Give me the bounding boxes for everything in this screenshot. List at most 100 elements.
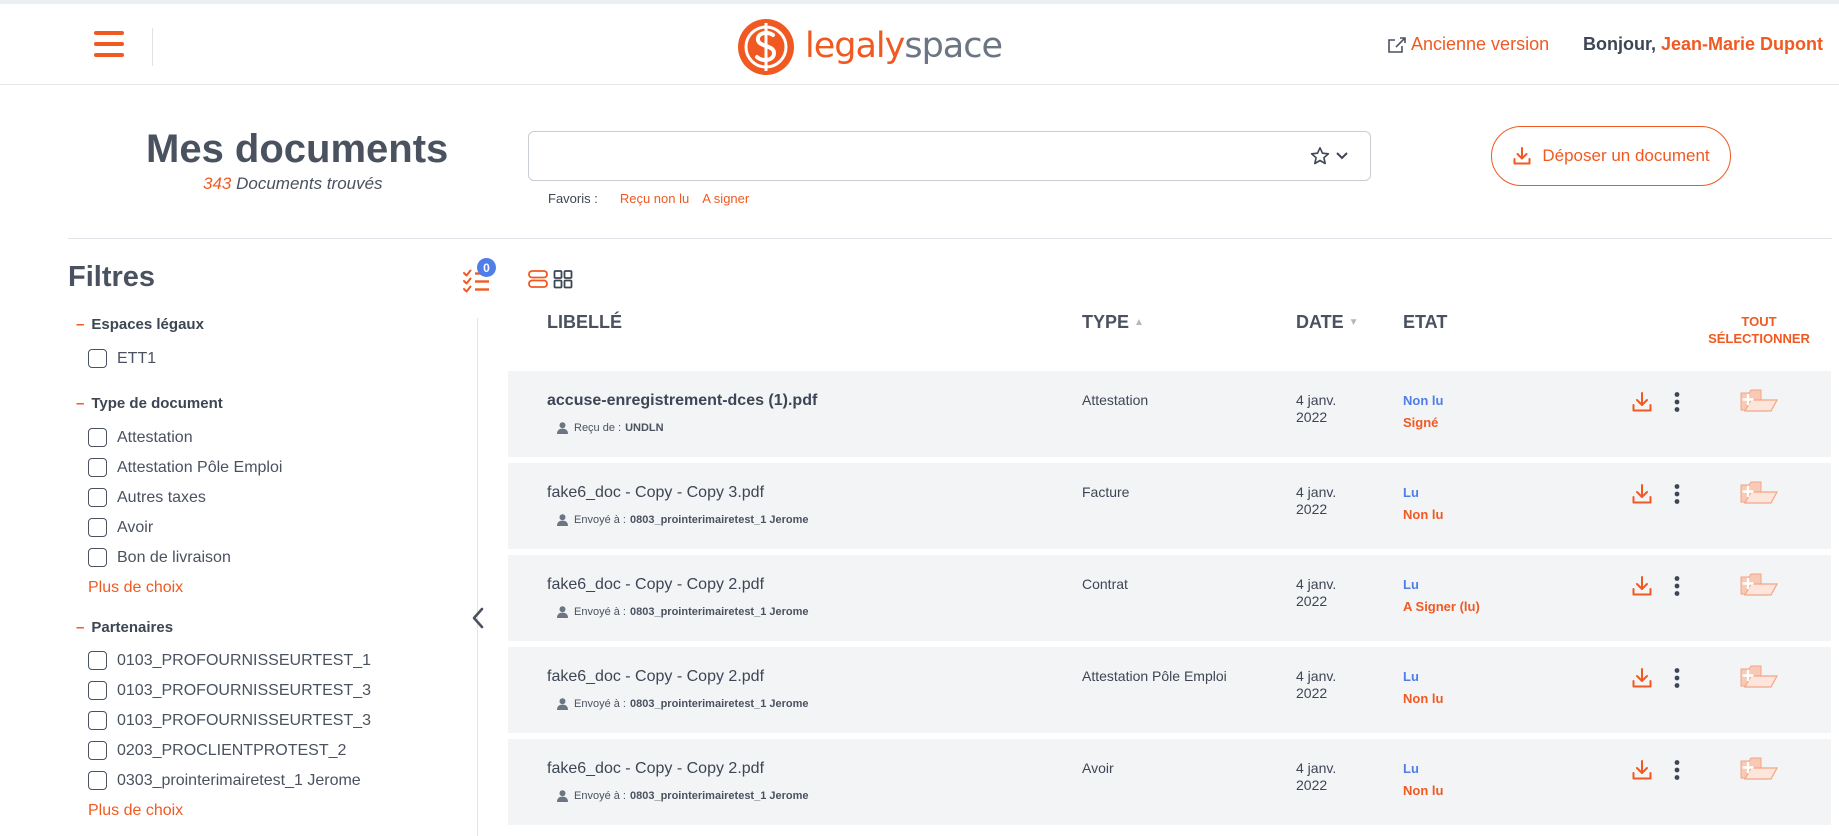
filter-option[interactable]: Avoir [88, 518, 153, 537]
upload-document-button[interactable]: Déposer un document [1491, 126, 1731, 186]
filter-option[interactable]: Attestation [88, 428, 193, 447]
checkbox[interactable] [88, 518, 107, 537]
checkbox[interactable] [88, 548, 107, 567]
document-date: 4 janv. 2022 [1296, 392, 1356, 426]
favorites-dropdown[interactable] [1310, 146, 1348, 166]
status-badge: Non lu [1403, 783, 1444, 798]
filter-option[interactable]: 0303_prointerimairetest_1 Jerome [88, 771, 361, 790]
kebab-icon[interactable] [1672, 575, 1682, 597]
party-name: UNDLN [625, 422, 664, 434]
list-view-icon[interactable] [528, 268, 548, 290]
checkbox[interactable] [88, 741, 107, 760]
filter-option[interactable]: 0203_PROCLIENTPROTEST_2 [88, 741, 346, 760]
date-line1: 4 janv. [1296, 760, 1337, 776]
folder-select-icon[interactable] [1737, 386, 1779, 414]
filter-option[interactable]: Bon de livraison [88, 548, 231, 567]
checkbox[interactable] [88, 711, 107, 730]
column-header-label[interactable]: LIBELLÉ [547, 312, 622, 333]
more-choices-link[interactable]: Plus de choix [88, 579, 183, 597]
document-name[interactable]: fake6_doc - Copy - Copy 2.pdf [547, 576, 764, 594]
checkbox[interactable] [88, 651, 107, 670]
party-label: Reçu de : [574, 422, 622, 434]
folder-select-icon[interactable] [1737, 754, 1779, 782]
column-header-state[interactable]: ETAT [1403, 312, 1447, 333]
date-line2: 2022 [1296, 685, 1328, 701]
column-header-date[interactable]: DATE ▼ [1296, 312, 1359, 333]
date-line2: 2022 [1296, 409, 1328, 425]
filter-group-legal-spaces[interactable]: – Espaces légaux [76, 316, 204, 333]
checkbox[interactable] [88, 349, 107, 368]
select-all-button[interactable]: TOUT SÉLECTIONNER [1701, 313, 1817, 347]
favorites-label: Favoris : [548, 191, 598, 206]
folder-select-icon[interactable] [1737, 662, 1779, 690]
filter-group-document-type[interactable]: – Type de document [76, 395, 223, 412]
sort-desc-icon: ▼ [1348, 317, 1359, 328]
chevron-down-icon [1336, 152, 1348, 160]
sort-asc-icon: ▲ [1134, 317, 1144, 328]
download-icon[interactable] [1631, 759, 1653, 781]
read-state: Non lu [1403, 393, 1444, 408]
more-choices-link[interactable]: Plus de choix [88, 802, 183, 820]
filter-option[interactable]: 0103_PROFOURNISSEURTEST_3 [88, 711, 371, 730]
date-line1: 4 janv. [1296, 668, 1337, 684]
favorite-unread-link[interactable]: Reçu non lu [620, 191, 689, 206]
party-label: Envoyé à : [574, 698, 626, 710]
folder-select-icon[interactable] [1737, 478, 1779, 506]
party-name: 0803_prointerimairetest_1 Jerome [629, 698, 809, 710]
kebab-icon[interactable] [1672, 759, 1682, 781]
document-name[interactable]: fake6_doc - Copy - Copy 2.pdf [547, 668, 764, 686]
kebab-icon[interactable] [1672, 667, 1682, 689]
checkbox[interactable] [88, 428, 107, 447]
download-icon[interactable] [1631, 667, 1653, 689]
filter-option[interactable]: Autres taxes [88, 488, 206, 507]
search-input[interactable] [541, 142, 1271, 172]
user-icon [557, 514, 568, 526]
table-row[interactable]: fake6_doc - Copy - Copy 2.pdf Envoyé à :… [508, 555, 1831, 641]
document-party: Envoyé à : 0803_prointerimairetest_1 Jer… [557, 606, 809, 618]
checkbox[interactable] [88, 681, 107, 700]
read-state: Lu [1403, 761, 1419, 776]
checkbox[interactable] [88, 488, 107, 507]
filter-option[interactable]: 0103_PROFOURNISSEURTEST_3 [88, 681, 371, 700]
date-line1: 4 janv. [1296, 484, 1337, 500]
download-icon[interactable] [1631, 575, 1653, 597]
user-icon [557, 790, 568, 802]
table-row[interactable]: fake6_doc - Copy - Copy 3.pdf Envoyé à :… [508, 463, 1831, 549]
filter-option[interactable]: ETT1 [88, 349, 156, 368]
party-label: Envoyé à : [574, 514, 626, 526]
favorite-to-sign-link[interactable]: A signer [702, 191, 749, 206]
date-line1: 4 janv. [1296, 392, 1337, 408]
kebab-icon[interactable] [1672, 391, 1682, 413]
table-row[interactable]: fake6_doc - Copy - Copy 2.pdf Envoyé à :… [508, 739, 1831, 825]
folder-select-icon[interactable] [1737, 570, 1779, 598]
menu-icon[interactable] [94, 29, 124, 59]
download-icon[interactable] [1631, 483, 1653, 505]
brand-logo[interactable]: legalyspace [737, 14, 1007, 78]
table-row[interactable]: accuse-enregistrement-dces (1).pdf Reçu … [508, 371, 1831, 457]
filter-option[interactable]: Attestation Pôle Emploi [88, 458, 282, 477]
active-filters-badge: 0 [477, 258, 496, 277]
filter-option[interactable]: 0103_PROFOURNISSEURTEST_1 [88, 651, 371, 670]
section-divider [68, 238, 1832, 239]
download-icon[interactable] [1631, 391, 1653, 413]
grid-view-icon[interactable] [553, 268, 573, 290]
status-badge: Non lu [1403, 507, 1444, 522]
table-row[interactable]: fake6_doc - Copy - Copy 2.pdf Envoyé à :… [508, 647, 1831, 733]
filter-group-partners[interactable]: – Partenaires [76, 619, 173, 636]
star-icon [1310, 147, 1330, 165]
document-name[interactable]: fake6_doc - Copy - Copy 3.pdf [547, 484, 764, 502]
document-type: Attestation Pôle Emploi [1082, 668, 1227, 684]
party-label: Envoyé à : [574, 790, 626, 802]
document-name[interactable]: accuse-enregistrement-dces (1).pdf [547, 392, 817, 410]
checkbox[interactable] [88, 771, 107, 790]
user-greeting[interactable]: Bonjour, Jean-Marie Dupont [1583, 34, 1823, 55]
document-name[interactable]: fake6_doc - Copy - Copy 2.pdf [547, 760, 764, 778]
greeting-text: Bonjour, [1583, 34, 1656, 54]
checkbox[interactable] [88, 458, 107, 477]
logo-mark-icon [738, 19, 794, 75]
column-header-type[interactable]: TYPE ▲ [1082, 312, 1144, 333]
chevron-left-icon[interactable] [470, 606, 486, 630]
old-version-link[interactable]: Ancienne version [1387, 34, 1549, 55]
kebab-icon[interactable] [1672, 483, 1682, 505]
party-name: 0803_prointerimairetest_1 Jerome [629, 606, 809, 618]
